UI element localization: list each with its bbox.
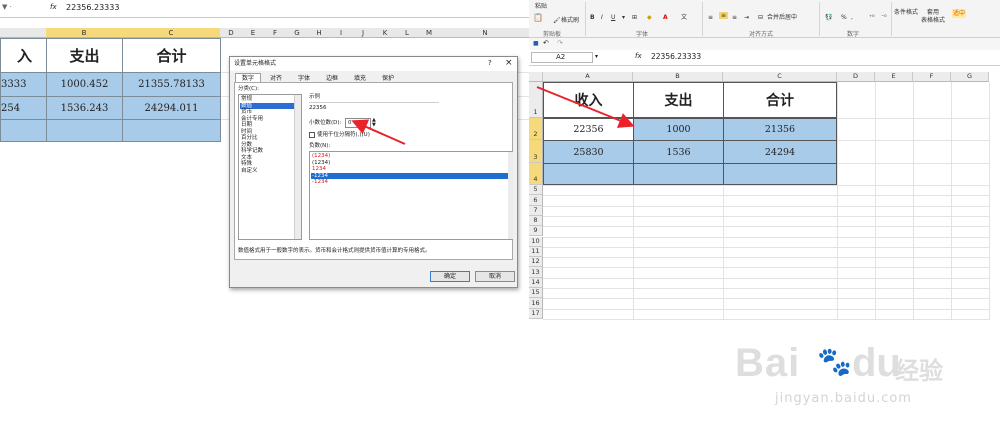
arrow-to-cell [536, 86, 635, 128]
arrow-to-decimal-input [351, 119, 406, 145]
paw-icon: 🐾 [817, 345, 852, 378]
watermark-cn: 经验 [895, 357, 943, 385]
baidu-jingyan-watermark: Bai 🐾 du 经验 jingyan.baidu.com [735, 341, 965, 413]
watermark-url: jingyan.baidu.com [775, 391, 912, 406]
watermark-brand: Bai [735, 341, 801, 385]
watermark-brand-du: du [852, 341, 901, 385]
